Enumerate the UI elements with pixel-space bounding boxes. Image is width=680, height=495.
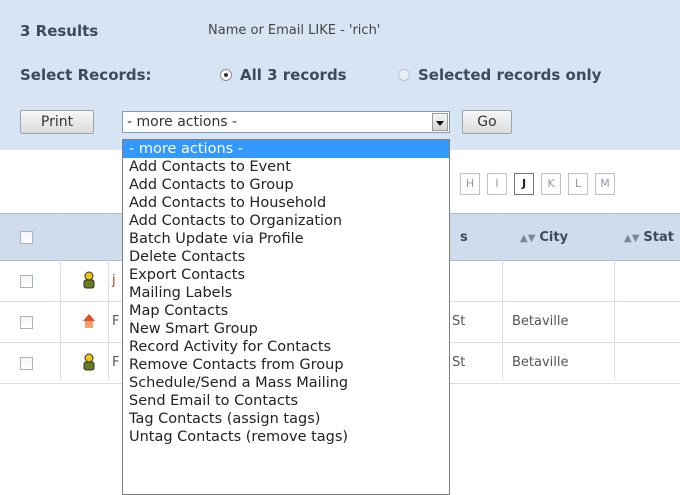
dd-option-remove-from-group[interactable]: Remove Contacts from Group	[123, 356, 449, 374]
alpha-l[interactable]: L	[568, 173, 588, 195]
row-street: St	[452, 314, 466, 329]
results-count: 3 Results	[20, 22, 99, 40]
column-divider	[108, 213, 109, 380]
column-divider	[614, 213, 615, 380]
contact-icon	[83, 353, 95, 371]
search-criteria: Name or Email LIKE - 'rich'	[208, 23, 381, 38]
more-actions-dropdown[interactable]: - more actions - Add Contacts to Event A…	[122, 139, 450, 495]
row-checkbox[interactable]	[20, 357, 33, 370]
row-city: Betaville	[512, 314, 569, 329]
select-records-label: Select Records:	[20, 66, 152, 84]
dd-option-untag[interactable]: Untag Contacts (remove tags)	[123, 428, 449, 446]
alpha-m[interactable]: M	[595, 173, 615, 195]
dd-option-record-activity[interactable]: Record Activity for Contacts	[123, 338, 449, 356]
search-results-panel: 3 Results Name or Email LIKE - 'rich' Se…	[0, 0, 680, 150]
go-button[interactable]: Go	[462, 110, 512, 134]
radio-selected-label: Selected records only	[418, 66, 602, 84]
column-divider	[60, 213, 61, 380]
radio-selected-icon[interactable]	[398, 69, 410, 81]
dd-option-add-to-organization[interactable]: Add Contacts to Organization	[123, 212, 449, 230]
print-button[interactable]: Print	[20, 110, 94, 134]
alpha-k[interactable]: K	[541, 173, 561, 195]
dd-option-export[interactable]: Export Contacts	[123, 266, 449, 284]
alpha-i[interactable]: I	[487, 173, 507, 195]
column-city-label: City	[539, 230, 569, 245]
row-name[interactable]: j	[112, 273, 116, 288]
row-checkbox[interactable]	[20, 316, 33, 329]
radio-all-label: All 3 records	[240, 66, 347, 84]
column-state-label: Stat	[643, 230, 674, 245]
dd-option-map[interactable]: Map Contacts	[123, 302, 449, 320]
dd-option-add-to-group[interactable]: Add Contacts to Group	[123, 176, 449, 194]
column-header-city[interactable]: ▲▼ City	[520, 230, 568, 245]
dd-option-delete[interactable]: Delete Contacts	[123, 248, 449, 266]
radio-all-icon[interactable]	[220, 69, 232, 81]
dd-option-send-email[interactable]: Send Email to Contacts	[123, 392, 449, 410]
sort-icon: ▲▼	[624, 233, 640, 244]
radio-selected-records[interactable]: Selected records only	[398, 66, 601, 84]
chevron-down-icon[interactable]	[432, 113, 448, 131]
dd-option-new-smart-group[interactable]: New Smart Group	[123, 320, 449, 338]
contact-icon	[83, 271, 95, 289]
dd-option-batch-update[interactable]: Batch Update via Profile	[123, 230, 449, 248]
dd-option-tag[interactable]: Tag Contacts (assign tags)	[123, 410, 449, 428]
dd-option-mailing-labels[interactable]: Mailing Labels	[123, 284, 449, 302]
select-all-checkbox[interactable]	[20, 231, 33, 244]
house-icon	[83, 314, 95, 328]
column-header-address[interactable]: s	[460, 230, 468, 245]
more-actions-select[interactable]: - more actions -	[122, 111, 450, 133]
row-city: Betaville	[512, 355, 569, 370]
alpha-j[interactable]: J	[514, 173, 534, 195]
dd-option-mass-mailing[interactable]: Schedule/Send a Mass Mailing	[123, 374, 449, 392]
dd-option-more-actions[interactable]: - more actions -	[123, 140, 449, 158]
dd-option-add-to-household[interactable]: Add Contacts to Household	[123, 194, 449, 212]
row-name[interactable]: F	[112, 355, 119, 370]
more-actions-value: - more actions -	[127, 114, 238, 130]
column-divider	[502, 213, 503, 380]
row-name[interactable]: F	[112, 314, 119, 329]
alphabet-pager: H I J K L M	[460, 173, 622, 195]
column-header-state[interactable]: ▲▼ Stat	[624, 230, 674, 245]
row-street: St	[452, 355, 466, 370]
sort-icon: ▲▼	[520, 233, 536, 244]
dd-option-add-to-event[interactable]: Add Contacts to Event	[123, 158, 449, 176]
alpha-h[interactable]: H	[460, 173, 480, 195]
radio-all-records[interactable]: All 3 records	[220, 66, 347, 84]
row-checkbox[interactable]	[20, 275, 33, 288]
